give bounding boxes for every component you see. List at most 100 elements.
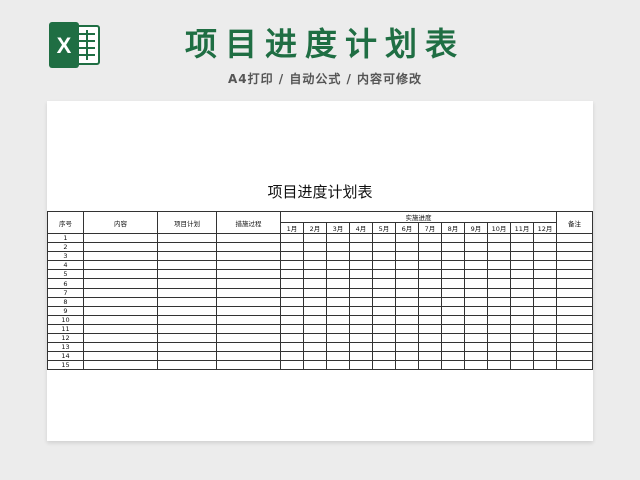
table-cell[interactable] xyxy=(556,260,593,271)
table-cell[interactable] xyxy=(418,287,442,298)
table-cell[interactable] xyxy=(395,342,419,353)
table-cell[interactable] xyxy=(418,305,442,316)
table-cell[interactable] xyxy=(556,296,593,307)
table-cell[interactable] xyxy=(349,251,373,262)
table-cell[interactable] xyxy=(157,251,217,262)
table-cell[interactable] xyxy=(280,360,304,371)
table-cell[interactable] xyxy=(441,278,465,289)
table-cell[interactable] xyxy=(372,296,396,307)
table-cell[interactable] xyxy=(418,323,442,335)
table-cell[interactable] xyxy=(487,323,511,335)
table-cell[interactable] xyxy=(487,333,511,344)
table-cell[interactable] xyxy=(510,251,534,262)
table-cell[interactable] xyxy=(510,269,534,280)
table-cell[interactable] xyxy=(326,296,350,307)
table-cell[interactable] xyxy=(464,314,488,325)
table-cell[interactable] xyxy=(464,305,488,316)
table-cell[interactable] xyxy=(441,287,465,298)
table-cell[interactable] xyxy=(372,342,396,353)
table-cell[interactable] xyxy=(157,296,217,307)
table-cell[interactable] xyxy=(303,360,327,371)
table-cell[interactable] xyxy=(157,287,217,298)
table-cell[interactable] xyxy=(441,260,465,271)
table-cell[interactable] xyxy=(83,333,158,344)
table-cell[interactable] xyxy=(303,260,327,271)
table-cell[interactable] xyxy=(395,278,419,289)
table-cell[interactable] xyxy=(464,242,488,253)
table-cell[interactable] xyxy=(556,251,593,262)
table-cell[interactable] xyxy=(418,242,442,253)
table-cell[interactable] xyxy=(464,232,488,244)
table-cell[interactable] xyxy=(157,323,217,335)
table-cell[interactable] xyxy=(216,287,281,298)
table-cell[interactable] xyxy=(83,232,158,244)
table-cell[interactable] xyxy=(395,351,419,362)
table-cell[interactable] xyxy=(487,351,511,362)
table-cell[interactable] xyxy=(349,232,373,244)
table-cell[interactable] xyxy=(487,278,511,289)
table-cell[interactable] xyxy=(395,333,419,344)
table-cell[interactable] xyxy=(464,260,488,271)
table-cell[interactable] xyxy=(464,251,488,262)
table-cell[interactable] xyxy=(157,278,217,289)
table-cell[interactable] xyxy=(418,269,442,280)
table-cell[interactable] xyxy=(395,323,419,335)
table-cell[interactable] xyxy=(441,360,465,371)
table-cell[interactable] xyxy=(556,287,593,298)
table-cell[interactable] xyxy=(441,314,465,325)
table-cell[interactable] xyxy=(216,333,281,344)
table-cell[interactable] xyxy=(280,242,304,253)
table-cell[interactable] xyxy=(349,351,373,362)
table-cell[interactable] xyxy=(533,342,557,353)
table-cell[interactable] xyxy=(326,360,350,371)
table-cell[interactable] xyxy=(556,232,593,244)
table-cell[interactable] xyxy=(510,278,534,289)
table-cell[interactable] xyxy=(441,342,465,353)
table-cell[interactable] xyxy=(533,260,557,271)
table-cell[interactable] xyxy=(510,242,534,253)
table-cell[interactable] xyxy=(216,314,281,325)
table-cell[interactable] xyxy=(216,251,281,262)
table-cell[interactable] xyxy=(280,269,304,280)
table-cell[interactable] xyxy=(487,242,511,253)
table-cell[interactable] xyxy=(395,251,419,262)
table-cell[interactable] xyxy=(464,333,488,344)
table-cell[interactable] xyxy=(510,287,534,298)
table-cell[interactable] xyxy=(157,305,217,316)
table-cell[interactable] xyxy=(533,269,557,280)
table-cell[interactable] xyxy=(395,314,419,325)
table-cell[interactable] xyxy=(303,305,327,316)
table-cell[interactable] xyxy=(510,333,534,344)
table-cell[interactable] xyxy=(326,305,350,316)
table-cell[interactable] xyxy=(372,305,396,316)
table-cell[interactable] xyxy=(533,242,557,253)
table-cell[interactable] xyxy=(83,242,158,253)
table-cell[interactable] xyxy=(464,360,488,371)
table-cell[interactable] xyxy=(533,296,557,307)
table-cell[interactable] xyxy=(487,260,511,271)
table-cell[interactable] xyxy=(303,278,327,289)
table-cell[interactable] xyxy=(510,260,534,271)
table-cell[interactable] xyxy=(510,342,534,353)
table-cell[interactable] xyxy=(556,242,593,253)
table-cell[interactable] xyxy=(303,351,327,362)
table-cell[interactable] xyxy=(280,251,304,262)
table-cell[interactable] xyxy=(441,323,465,335)
table-cell[interactable] xyxy=(395,296,419,307)
table-cell[interactable] xyxy=(280,278,304,289)
table-cell[interactable] xyxy=(372,360,396,371)
table-cell[interactable] xyxy=(441,305,465,316)
table-cell[interactable] xyxy=(533,360,557,371)
table-cell[interactable] xyxy=(83,342,158,353)
table-cell[interactable] xyxy=(372,351,396,362)
table-cell[interactable] xyxy=(395,269,419,280)
table-cell[interactable] xyxy=(303,296,327,307)
table-cell[interactable] xyxy=(510,314,534,325)
table-cell[interactable] xyxy=(372,232,396,244)
table-cell[interactable] xyxy=(372,323,396,335)
table-cell[interactable] xyxy=(395,287,419,298)
table-cell[interactable] xyxy=(83,305,158,316)
table-cell[interactable] xyxy=(280,260,304,271)
table-cell[interactable] xyxy=(556,314,593,325)
table-cell[interactable] xyxy=(303,242,327,253)
